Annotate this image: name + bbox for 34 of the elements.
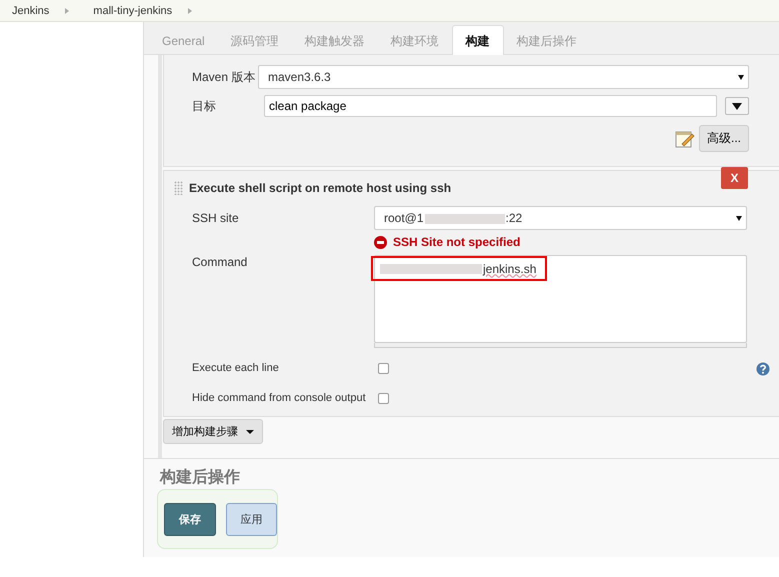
command-textarea[interactable]: jenkins.sh bbox=[374, 255, 747, 343]
save-button[interactable]: 保存 bbox=[164, 502, 216, 536]
ssh-site-select[interactable]: root@1 :22 bbox=[374, 206, 747, 230]
step-title: Execute shell script on remote host using ssh bbox=[189, 181, 452, 195]
field-label: Maven 版本 bbox=[192, 68, 256, 86]
breadcrumb-link[interactable]: mall-tiny-jenkins bbox=[93, 4, 172, 16]
error-icon bbox=[374, 236, 387, 248]
field-label: SSH site bbox=[192, 211, 240, 225]
command-text: jenkins.sh bbox=[483, 262, 536, 276]
checkbox[interactable] bbox=[378, 392, 389, 404]
dropdown-arrow-icon bbox=[738, 74, 744, 80]
breadcrumb-link[interactable]: Jenkins bbox=[12, 4, 50, 16]
field-label: 目标 bbox=[192, 98, 217, 114]
expand-button[interactable] bbox=[725, 97, 749, 115]
checkbox-label: Execute each line bbox=[192, 362, 280, 374]
help-icon[interactable] bbox=[756, 362, 770, 376]
checkbox-label: Hide command from console output bbox=[192, 392, 367, 404]
apply-button[interactable]: 应用 bbox=[226, 502, 277, 536]
checkbox[interactable] bbox=[378, 362, 389, 374]
notepad-pencil-icon[interactable] bbox=[674, 130, 695, 148]
chevron-icon bbox=[188, 8, 192, 14]
caret-icon bbox=[246, 430, 254, 434]
error-message: SSH Site not specified bbox=[393, 235, 520, 249]
add-build-step-button[interactable]: 增加构建步骤 bbox=[163, 419, 263, 444]
tab[interactable]: 构建 bbox=[452, 25, 504, 55]
advanced-button[interactable]: 高级... bbox=[698, 125, 749, 152]
section-heading: 构建后操作 bbox=[160, 469, 240, 486]
goals-input-field[interactable]: clean package bbox=[264, 95, 717, 117]
maven-version-select[interactable]: maven3.6.3 bbox=[258, 65, 749, 89]
field-label: Command bbox=[192, 255, 248, 269]
drag-handle-icon[interactable] bbox=[174, 181, 183, 195]
delete-step-button[interactable]: X bbox=[721, 167, 748, 189]
dropdown-arrow-icon bbox=[736, 216, 742, 220]
chevron-icon bbox=[65, 8, 70, 14]
